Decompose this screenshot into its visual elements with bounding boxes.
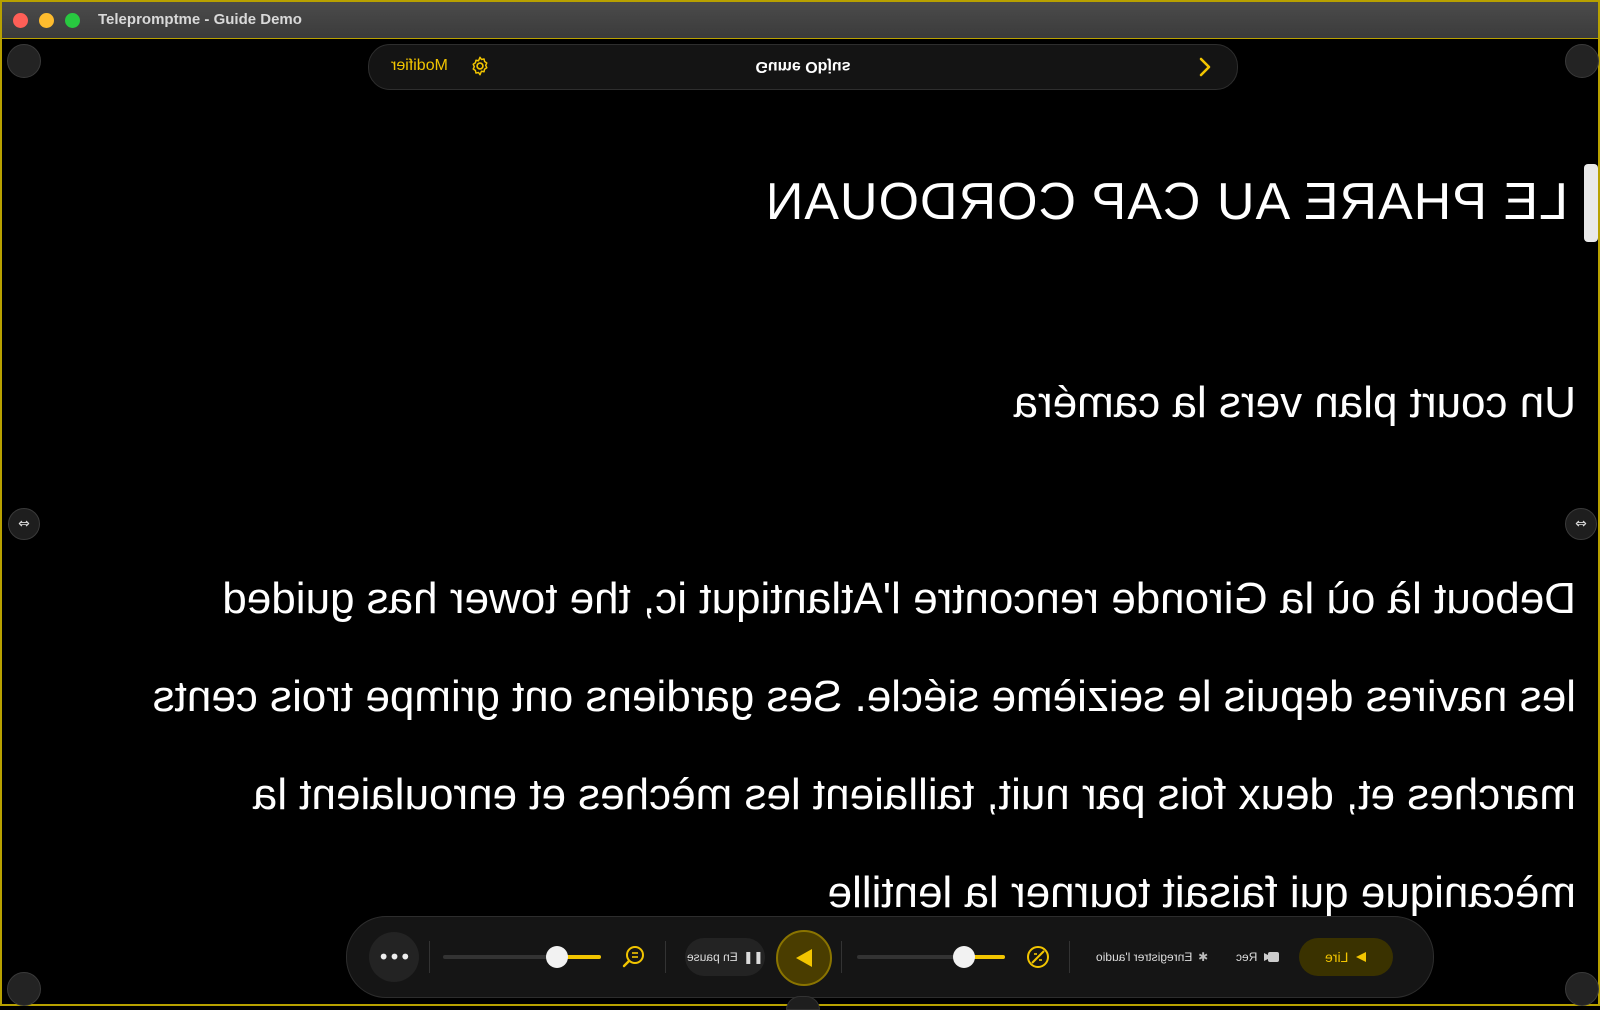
close-window-button[interactable] <box>13 13 28 28</box>
toolbar-divider <box>665 941 666 973</box>
toolbar-divider <box>841 941 842 973</box>
minimize-window-button[interactable] <box>39 13 54 28</box>
document-title: Gume Objus <box>755 58 851 75</box>
script-line: les navires depuis le seizième siécle. S… <box>152 672 1576 721</box>
script-heading: LE PHARE AU CAP CORDOUAN <box>764 173 1568 231</box>
bottom-drag-handle[interactable] <box>786 996 820 1010</box>
gear-icon[interactable] <box>469 55 491 77</box>
prompter-area: LE PHARE AU CAP CORDOUAN Un court plan v… <box>2 142 1600 924</box>
toolbar-divider <box>429 941 430 973</box>
corner-handle-top-left[interactable] <box>7 44 41 78</box>
script-line: Debout là où la Gironde rencontre l'Atla… <box>222 574 1576 623</box>
pause-icon: ❚❚ <box>743 950 764 964</box>
window-title: Telepromptme - Guide Demo <box>98 11 302 28</box>
speed-slider-knob[interactable] <box>953 946 975 968</box>
waveform-icon: ✱ <box>1198 950 1209 964</box>
read-button[interactable]: Lire <box>1299 938 1393 976</box>
record-audio-label: Enregistrer l'audio <box>1095 950 1193 964</box>
script-subheading: Un court plan vers la caméra <box>1013 378 1576 427</box>
document-header-bar: Modifier Gume Objus <box>368 44 1238 90</box>
more-options-button[interactable]: ••• <box>369 932 419 982</box>
camera-icon <box>1263 952 1279 962</box>
speed-gauge-icon[interactable] <box>1025 944 1051 970</box>
font-size-slider[interactable] <box>443 946 601 968</box>
corner-handle-top-right[interactable] <box>1565 44 1599 78</box>
font-size-slider-knob[interactable] <box>546 946 568 968</box>
control-toolbar: ••• En pause ❚❚ Enregistrer l'audio ✱ Re… <box>346 916 1434 998</box>
script-line: marches et, deux fois par nuit, taillaie… <box>252 770 1576 819</box>
record-audio-button[interactable]: Enregistrer l'audio ✱ <box>1087 938 1217 976</box>
speed-slider[interactable] <box>857 946 1005 968</box>
corner-handle-bottom-right[interactable] <box>1565 972 1599 1006</box>
corner-handle-bottom-left[interactable] <box>7 972 41 1006</box>
title-bar: Telepromptme - Guide Demo <box>2 2 1598 39</box>
pause-label: En pause <box>686 950 738 964</box>
modifier-button[interactable]: Modifier <box>391 57 448 75</box>
pause-status-chip[interactable]: En pause ❚❚ <box>685 938 765 976</box>
toolbar-divider <box>1069 941 1070 973</box>
rec-button[interactable]: Rec <box>1223 938 1293 976</box>
chevron-right-icon[interactable] <box>1195 56 1215 78</box>
zoom-icon[interactable] <box>621 944 647 970</box>
app-window: Telepromptme - Guide Demo ⇔ ⇔ Modifier G… <box>0 0 1600 1010</box>
play-triangle-icon <box>1355 952 1366 962</box>
script-line: mècanique qui faisait tourner la lentill… <box>827 868 1576 917</box>
play-triangle-icon <box>796 949 812 967</box>
maximize-window-button[interactable] <box>65 13 80 28</box>
read-label: Lire <box>1325 949 1349 965</box>
play-button[interactable] <box>776 930 832 986</box>
more-dots-icon: ••• <box>377 945 411 969</box>
rec-label: Rec <box>1236 950 1258 964</box>
